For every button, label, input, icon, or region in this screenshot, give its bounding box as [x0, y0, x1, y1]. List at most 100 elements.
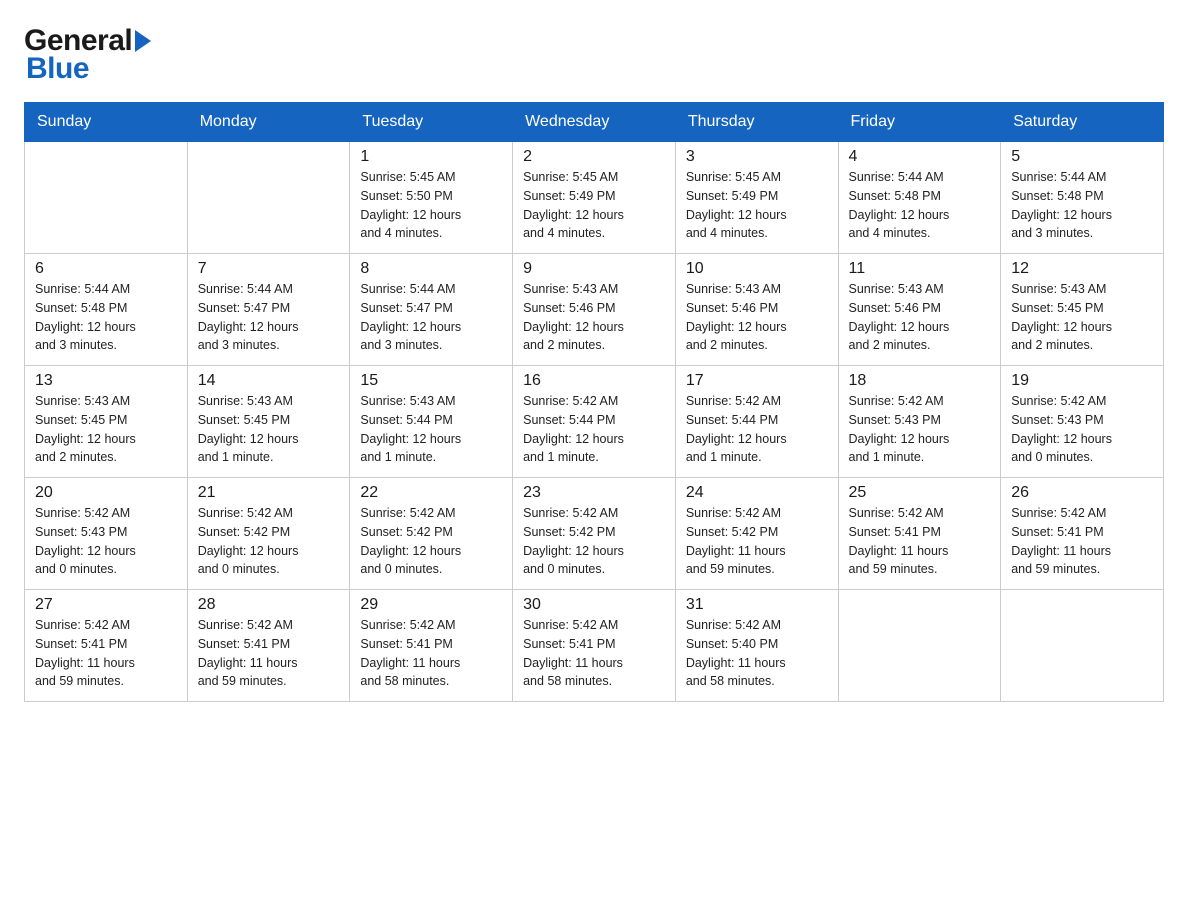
day-info: Sunrise: 5:42 AM Sunset: 5:44 PM Dayligh…	[523, 392, 665, 467]
calendar-cell: 3 Sunrise: 5:45 AM Sunset: 5:49 PM Daylig…	[675, 142, 838, 254]
calendar-cell: 10Sunrise: 5:43 AM Sunset: 5:46 PM Dayli…	[675, 254, 838, 366]
day-info: Sunrise: 5:42 AM Sunset: 5:41 PM Dayligh…	[523, 616, 665, 691]
day-info: Sunrise: 5:42 AM Sunset: 5:40 PM Dayligh…	[686, 616, 828, 691]
day-number: 1	[360, 148, 502, 166]
day-number: 13	[35, 372, 177, 390]
calendar-cell	[1001, 590, 1164, 702]
calendar-cell: 5Sunrise: 5:44 AM Sunset: 5:48 PM Daylig…	[1001, 142, 1164, 254]
day-number: 14	[198, 372, 340, 390]
calendar-cell: 27 Sunrise: 5:42 AM Sunset: 5:41 PM Dayli…	[25, 590, 188, 702]
calendar-cell: 1 Sunrise: 5:45 AM Sunset: 5:50 PM Daylig…	[350, 142, 513, 254]
day-number: 8	[360, 260, 502, 278]
day-number: 26	[1011, 484, 1153, 502]
day-number: 29	[360, 596, 502, 614]
calendar-cell: 13 Sunrise: 5:43 AM Sunset: 5:45 PM Dayli…	[25, 366, 188, 478]
calendar-cell: 6 Sunrise: 5:44 AM Sunset: 5:48 PM Daylig…	[25, 254, 188, 366]
column-header-wednesday: Wednesday	[513, 103, 676, 142]
day-number: 17	[686, 372, 828, 390]
calendar-cell: 11 Sunrise: 5:43 AM Sunset: 5:46 PM Dayli…	[838, 254, 1001, 366]
column-header-thursday: Thursday	[675, 103, 838, 142]
calendar-cell: 4Sunrise: 5:44 AM Sunset: 5:48 PM Daylig…	[838, 142, 1001, 254]
day-info: Sunrise: 5:42 AM Sunset: 5:41 PM Dayligh…	[35, 616, 177, 691]
calendar-cell: 14 Sunrise: 5:43 AM Sunset: 5:45 PM Dayli…	[187, 366, 350, 478]
calendar-cell: 20 Sunrise: 5:42 AM Sunset: 5:43 PM Dayli…	[25, 478, 188, 590]
calendar-cell: 19 Sunrise: 5:42 AM Sunset: 5:43 PM Dayli…	[1001, 366, 1164, 478]
day-number: 18	[849, 372, 991, 390]
day-info: Sunrise: 5:42 AM Sunset: 5:44 PM Dayligh…	[686, 392, 828, 467]
day-info: Sunrise: 5:42 AM Sunset: 5:41 PM Dayligh…	[849, 504, 991, 579]
day-number: 12	[1011, 260, 1153, 278]
day-number: 10	[686, 260, 828, 278]
calendar-cell: 23 Sunrise: 5:42 AM Sunset: 5:42 PM Dayli…	[513, 478, 676, 590]
calendar-cell: 28 Sunrise: 5:42 AM Sunset: 5:41 PM Dayli…	[187, 590, 350, 702]
calendar-cell: 18 Sunrise: 5:42 AM Sunset: 5:43 PM Dayli…	[838, 366, 1001, 478]
calendar-cell	[838, 590, 1001, 702]
day-number: 2	[523, 148, 665, 166]
column-header-monday: Monday	[187, 103, 350, 142]
calendar-cell: 24 Sunrise: 5:42 AM Sunset: 5:42 PM Dayli…	[675, 478, 838, 590]
day-number: 9	[523, 260, 665, 278]
day-info: Sunrise: 5:43 AM Sunset: 5:46 PM Dayligh…	[523, 280, 665, 355]
day-number: 20	[35, 484, 177, 502]
calendar-week-row: 13 Sunrise: 5:43 AM Sunset: 5:45 PM Dayli…	[25, 366, 1164, 478]
day-number: 5	[1011, 148, 1153, 166]
day-number: 23	[523, 484, 665, 502]
calendar-week-row: 1 Sunrise: 5:45 AM Sunset: 5:50 PM Daylig…	[25, 142, 1164, 254]
calendar-cell: 26 Sunrise: 5:42 AM Sunset: 5:41 PM Dayli…	[1001, 478, 1164, 590]
day-info: Sunrise: 5:44 AM Sunset: 5:48 PM Dayligh…	[35, 280, 177, 355]
day-info: Sunrise: 5:43 AM Sunset: 5:46 PM Dayligh…	[849, 280, 991, 355]
calendar-cell: 31 Sunrise: 5:42 AM Sunset: 5:40 PM Dayli…	[675, 590, 838, 702]
calendar-cell: 16 Sunrise: 5:42 AM Sunset: 5:44 PM Dayli…	[513, 366, 676, 478]
day-info: Sunrise: 5:42 AM Sunset: 5:42 PM Dayligh…	[523, 504, 665, 579]
day-number: 7	[198, 260, 340, 278]
logo: General Blue	[24, 24, 151, 86]
day-number: 19	[1011, 372, 1153, 390]
day-info: Sunrise: 5:44 AM Sunset: 5:47 PM Dayligh…	[198, 280, 340, 355]
day-number: 6	[35, 260, 177, 278]
day-info: Sunrise: 5:42 AM Sunset: 5:42 PM Dayligh…	[686, 504, 828, 579]
day-number: 16	[523, 372, 665, 390]
day-number: 30	[523, 596, 665, 614]
calendar-cell: 30 Sunrise: 5:42 AM Sunset: 5:41 PM Dayli…	[513, 590, 676, 702]
calendar-cell: 15 Sunrise: 5:43 AM Sunset: 5:44 PM Dayli…	[350, 366, 513, 478]
calendar-cell: 9 Sunrise: 5:43 AM Sunset: 5:46 PM Daylig…	[513, 254, 676, 366]
day-info: Sunrise: 5:42 AM Sunset: 5:43 PM Dayligh…	[1011, 392, 1153, 467]
calendar-cell: 12 Sunrise: 5:43 AM Sunset: 5:45 PM Dayli…	[1001, 254, 1164, 366]
day-info: Sunrise: 5:45 AM Sunset: 5:50 PM Dayligh…	[360, 168, 502, 243]
day-info: Sunrise: 5:43 AM Sunset: 5:45 PM Dayligh…	[35, 392, 177, 467]
logo-arrow-icon	[135, 30, 151, 52]
column-header-saturday: Saturday	[1001, 103, 1164, 142]
day-info: Sunrise: 5:42 AM Sunset: 5:43 PM Dayligh…	[35, 504, 177, 579]
day-info: Sunrise: 5:42 AM Sunset: 5:43 PM Dayligh…	[849, 392, 991, 467]
day-info: Sunrise: 5:42 AM Sunset: 5:41 PM Dayligh…	[198, 616, 340, 691]
day-info: Sunrise: 5:42 AM Sunset: 5:41 PM Dayligh…	[1011, 504, 1153, 579]
calendar-cell	[25, 142, 188, 254]
day-number: 3	[686, 148, 828, 166]
calendar-week-row: 20 Sunrise: 5:42 AM Sunset: 5:43 PM Dayli…	[25, 478, 1164, 590]
day-number: 11	[849, 260, 991, 278]
day-info: Sunrise: 5:42 AM Sunset: 5:42 PM Dayligh…	[198, 504, 340, 579]
day-info: Sunrise: 5:44 AM Sunset: 5:47 PM Dayligh…	[360, 280, 502, 355]
day-number: 31	[686, 596, 828, 614]
day-number: 27	[35, 596, 177, 614]
day-number: 21	[198, 484, 340, 502]
calendar-cell: 7 Sunrise: 5:44 AM Sunset: 5:47 PM Daylig…	[187, 254, 350, 366]
day-info: Sunrise: 5:45 AM Sunset: 5:49 PM Dayligh…	[686, 168, 828, 243]
calendar-header-row: SundayMondayTuesdayWednesdayThursdayFrid…	[25, 103, 1164, 142]
calendar-table: SundayMondayTuesdayWednesdayThursdayFrid…	[24, 102, 1164, 702]
calendar-cell: 29 Sunrise: 5:42 AM Sunset: 5:41 PM Dayli…	[350, 590, 513, 702]
calendar-cell: 25Sunrise: 5:42 AM Sunset: 5:41 PM Dayli…	[838, 478, 1001, 590]
calendar-cell: 2Sunrise: 5:45 AM Sunset: 5:49 PM Daylig…	[513, 142, 676, 254]
day-info: Sunrise: 5:43 AM Sunset: 5:45 PM Dayligh…	[1011, 280, 1153, 355]
day-info: Sunrise: 5:42 AM Sunset: 5:42 PM Dayligh…	[360, 504, 502, 579]
column-header-tuesday: Tuesday	[350, 103, 513, 142]
day-number: 15	[360, 372, 502, 390]
calendar-cell: 22Sunrise: 5:42 AM Sunset: 5:42 PM Dayli…	[350, 478, 513, 590]
day-number: 28	[198, 596, 340, 614]
calendar-week-row: 6 Sunrise: 5:44 AM Sunset: 5:48 PM Daylig…	[25, 254, 1164, 366]
day-info: Sunrise: 5:43 AM Sunset: 5:44 PM Dayligh…	[360, 392, 502, 467]
day-info: Sunrise: 5:43 AM Sunset: 5:45 PM Dayligh…	[198, 392, 340, 467]
day-info: Sunrise: 5:42 AM Sunset: 5:41 PM Dayligh…	[360, 616, 502, 691]
day-number: 24	[686, 484, 828, 502]
day-number: 4	[849, 148, 991, 166]
